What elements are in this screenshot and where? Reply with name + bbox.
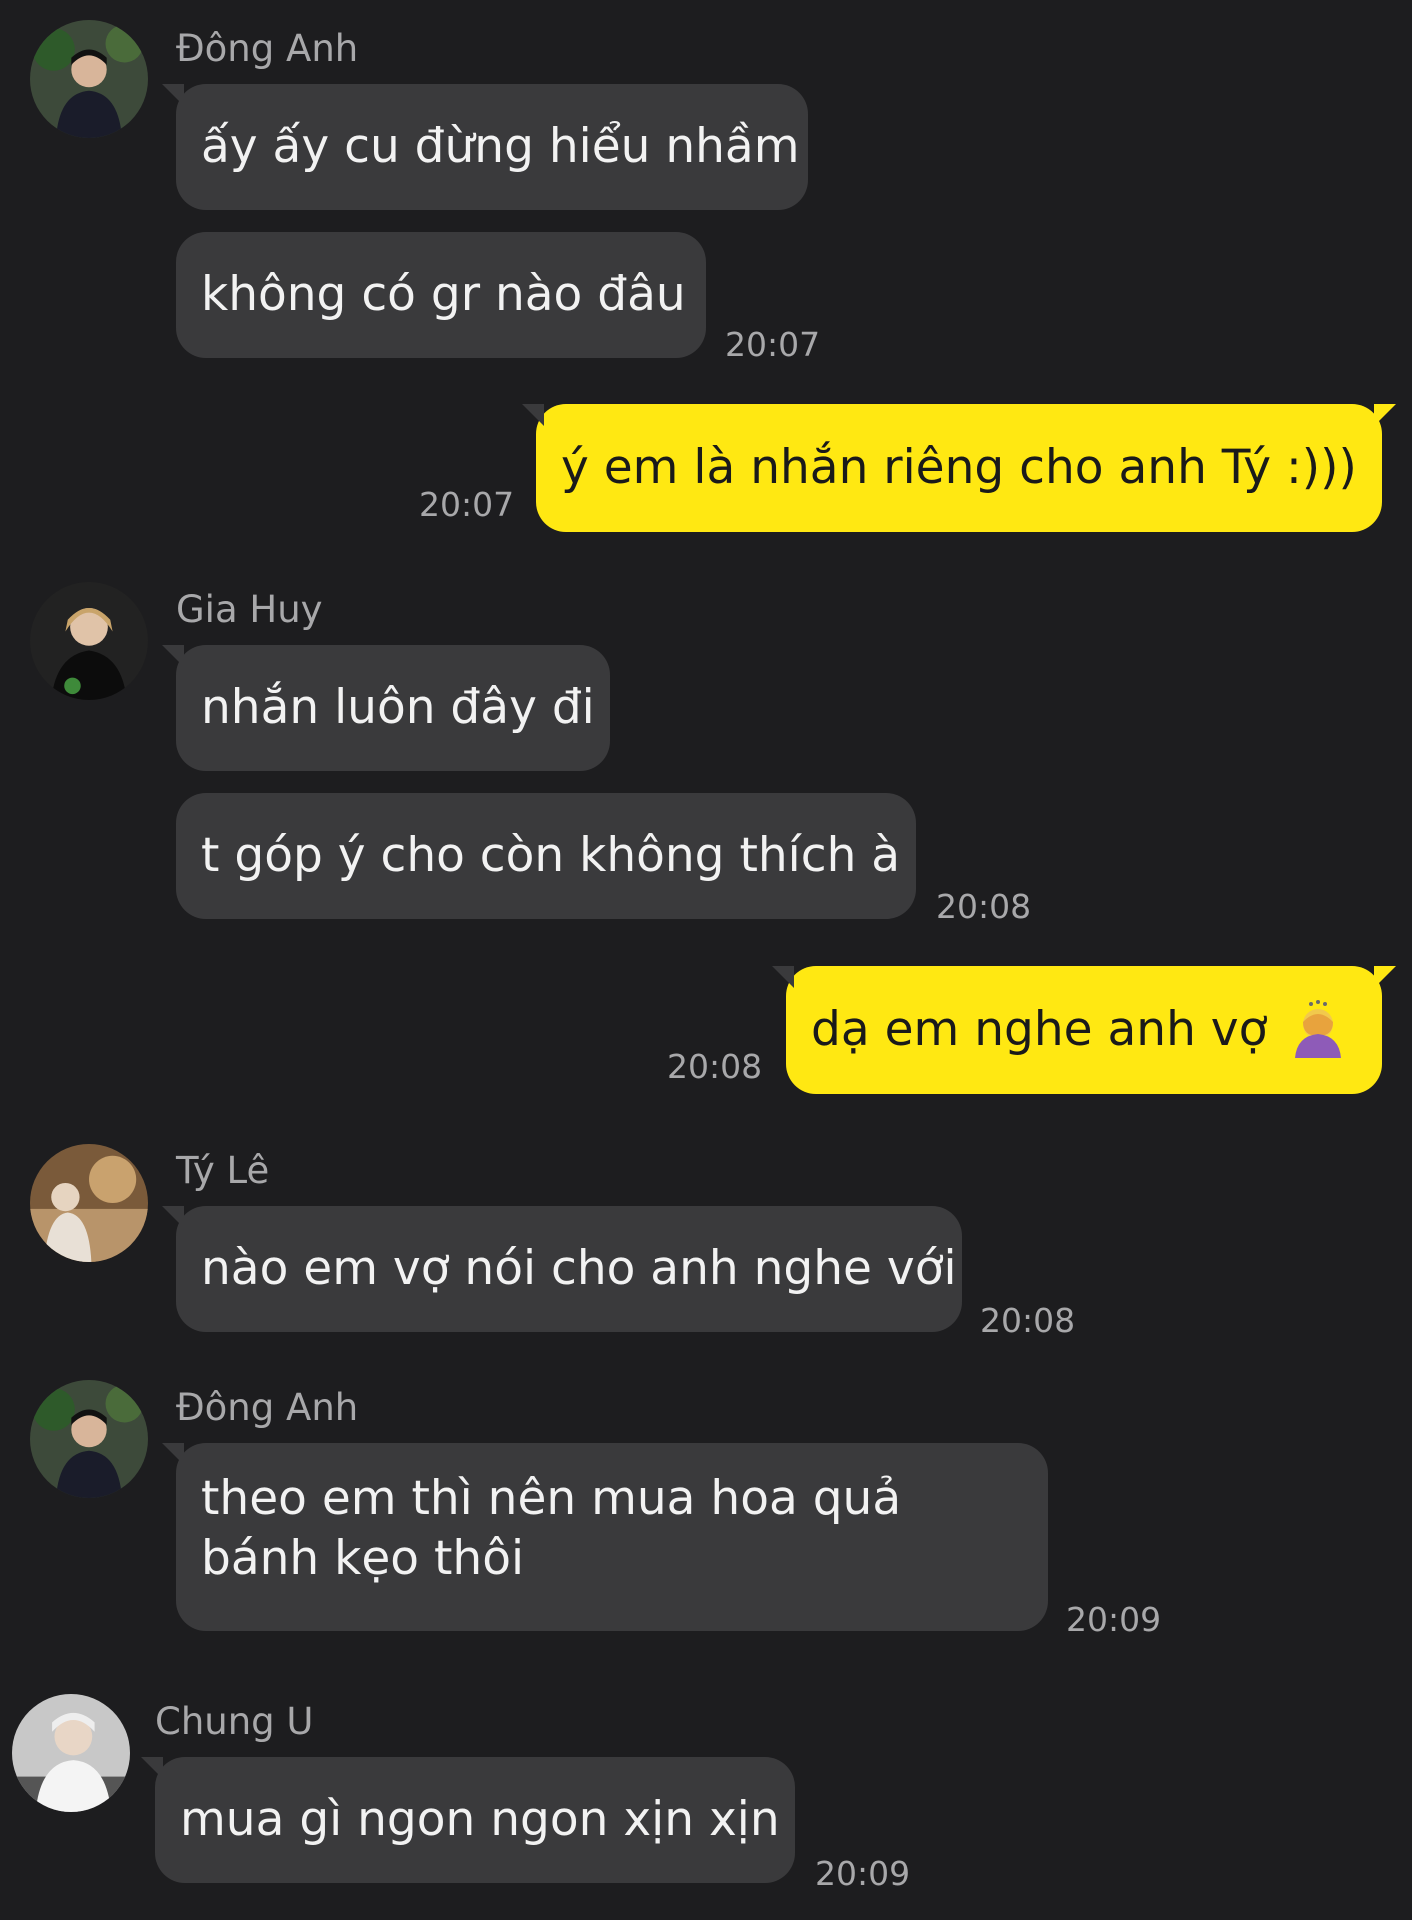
profile-photo-icon <box>30 1380 148 1498</box>
message-text: theo em thì nên mua hoa quả bánh kẹo thô… <box>201 1471 902 1586</box>
message-text: nào em vợ nói cho anh nghe với <box>201 1241 957 1296</box>
message-text: không có gr nào đâu <box>201 267 686 322</box>
sender-name: Chung U <box>155 1700 314 1743</box>
message-bubble[interactable]: ấy ấy cu đừng hiểu nhầm <box>162 84 808 210</box>
message-text: dạ em nghe anh vợ <box>811 1002 1268 1057</box>
outgoing-message-bubble[interactable]: ý em là nhắn riêng cho anh Tý :))) <box>522 404 1396 532</box>
message-text: nhắn luôn đây đi <box>201 680 595 735</box>
message-text: mua gì ngon ngon xịn xịn <box>180 1792 780 1847</box>
message-timestamp: 20:08 <box>980 1301 1076 1340</box>
bowing-woman-emoji-icon <box>1295 1000 1342 1058</box>
avatar[interactable] <box>30 1144 148 1262</box>
message-bubble[interactable]: theo em thì nên mua hoa quả bánh kẹo thô… <box>162 1443 1048 1631</box>
message-text: ý em là nhắn riêng cho anh Tý :))) <box>561 440 1357 495</box>
avatar[interactable] <box>30 1380 148 1498</box>
message-text: ấy ấy cu đừng hiểu nhầm <box>201 119 800 174</box>
message-timestamp: 20:08 <box>936 887 1032 926</box>
profile-photo-icon <box>30 582 148 700</box>
outgoing-message-bubble[interactable]: dạ em nghe anh vợ <box>772 966 1396 1094</box>
message-timestamp: 20:07 <box>725 325 821 364</box>
profile-photo-icon <box>30 20 148 138</box>
sender-name: Đông Anh <box>176 1386 359 1429</box>
message-timestamp: 20:09 <box>1066 1600 1162 1639</box>
message-timestamp: 20:07 <box>419 485 515 524</box>
message-bubble[interactable]: mua gì ngon ngon xịn xịn <box>141 1757 795 1883</box>
message-bubble[interactable]: nhắn luôn đây đi <box>162 645 610 771</box>
message-timestamp: 20:09 <box>815 1854 911 1893</box>
message-text: t góp ý cho còn không thích à <box>201 828 901 883</box>
message-bubble[interactable]: không có gr nào đâu <box>176 232 706 358</box>
avatar[interactable] <box>30 582 148 700</box>
message-bubble[interactable]: nào em vợ nói cho anh nghe với <box>162 1206 962 1332</box>
sender-name: Tý Lê <box>176 1149 270 1192</box>
message-bubble[interactable]: t góp ý cho còn không thích à <box>176 793 916 919</box>
profile-photo-icon <box>30 1144 148 1262</box>
sender-name: Đông Anh <box>176 27 359 70</box>
message-timestamp: 20:08 <box>667 1047 763 1086</box>
avatar[interactable] <box>12 1694 130 1812</box>
avatar[interactable] <box>30 20 148 138</box>
sender-name: Gia Huy <box>176 588 323 631</box>
profile-photo-icon <box>12 1694 130 1812</box>
